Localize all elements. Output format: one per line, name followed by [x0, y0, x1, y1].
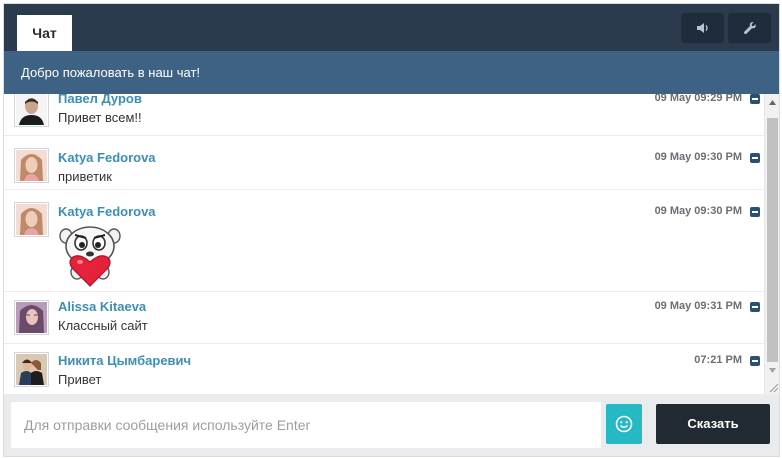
message-item: Павел Дуров Привет всем!! 09 May 09:29 P…	[4, 94, 764, 136]
chat-header: Чат	[4, 4, 779, 51]
sound-toggle-button[interactable]	[681, 13, 724, 43]
tab-chat[interactable]: Чат	[17, 15, 72, 51]
message-item: Alissa Kitaeva Классный сайт 09 May 09:3…	[4, 292, 764, 344]
speaker-icon	[696, 23, 708, 33]
scroll-up-arrow-icon[interactable]	[765, 94, 780, 110]
message-list: Павел Дуров Привет всем!! 09 May 09:29 P…	[4, 94, 764, 394]
message-scrollbar[interactable]	[764, 94, 779, 394]
user-photo	[16, 204, 47, 235]
message-text: приветик	[58, 169, 112, 184]
message-author[interactable]: Katya Fedorova	[58, 204, 156, 219]
user-photo	[16, 150, 47, 181]
avatar[interactable]	[14, 300, 49, 335]
message-item: Никита Цымбаревич Привет 07:21 PM	[4, 344, 764, 394]
message-text: Привет всем!!	[58, 110, 142, 125]
avatar[interactable]	[14, 202, 49, 237]
delete-message-icon[interactable]	[750, 302, 760, 312]
message-time: 09 May 09:30 PM	[654, 205, 742, 217]
message-author[interactable]: Alissa Kitaeva	[58, 299, 146, 314]
message-item: Katya Fedorova приветик 09 May 09:30 PM	[4, 136, 764, 190]
delete-message-icon[interactable]	[750, 356, 760, 366]
message-text: Привет	[58, 372, 102, 387]
emoji-button[interactable]	[606, 404, 642, 444]
message-time: 09 May 09:29 PM	[654, 94, 742, 104]
heart-bear-sticker	[58, 224, 122, 293]
delete-message-icon[interactable]	[750, 153, 760, 163]
smiley-icon	[615, 415, 633, 433]
message-time: 07:21 PM	[694, 354, 742, 366]
message-time: 09 May 09:31 PM	[654, 300, 742, 312]
avatar[interactable]	[14, 148, 49, 183]
user-photo	[16, 94, 47, 125]
delete-message-icon[interactable]	[750, 207, 760, 217]
message-item: Katya Fedorova 09 May 09:30 PM	[4, 190, 764, 292]
resize-grip-icon[interactable]	[768, 382, 779, 393]
message-author[interactable]: Никита Цымбаревич	[58, 353, 191, 368]
user-photo	[16, 302, 47, 333]
chat-window: Чат Добро пожаловать в наш чат! Павел Ду…	[3, 3, 780, 457]
avatar[interactable]	[14, 94, 49, 127]
user-photo	[16, 354, 47, 385]
settings-button[interactable]	[728, 13, 771, 43]
scroll-thumb[interactable]	[767, 118, 778, 362]
delete-message-icon[interactable]	[750, 94, 760, 104]
avatar[interactable]	[14, 352, 49, 387]
scroll-down-arrow-icon[interactable]	[765, 362, 780, 378]
composer-bar: Сказать	[4, 394, 779, 456]
welcome-banner: Добро пожаловать в наш чат!	[4, 51, 779, 94]
message-time: 09 May 09:30 PM	[654, 151, 742, 163]
send-button[interactable]: Сказать	[656, 404, 770, 444]
message-input[interactable]	[11, 402, 601, 448]
message-author[interactable]: Katya Fedorova	[58, 150, 156, 165]
wrench-icon	[743, 22, 756, 35]
message-author[interactable]: Павел Дуров	[58, 94, 142, 106]
message-text: Классный сайт	[58, 318, 148, 333]
